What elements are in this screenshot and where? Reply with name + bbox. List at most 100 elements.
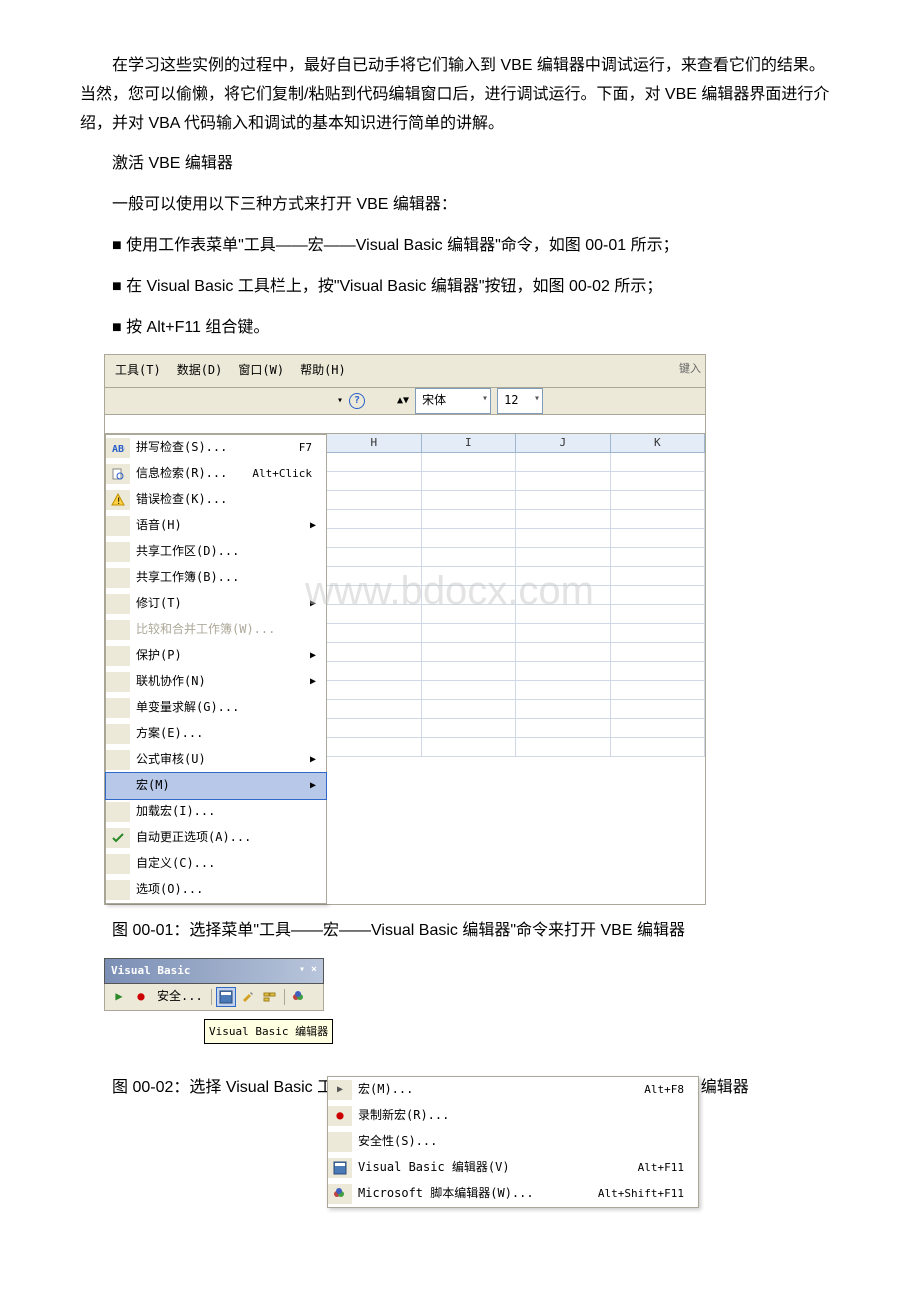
grid-cell[interactable] [611, 643, 706, 661]
menu-item[interactable]: 宏(M)▶ [105, 772, 327, 800]
submenu-item[interactable]: ●录制新宏(R)... [328, 1103, 698, 1129]
grid-cell[interactable] [422, 510, 517, 528]
menu-item[interactable]: 联机协作(N)▶ [106, 669, 326, 695]
grid-cell[interactable] [327, 719, 422, 737]
grid-cell[interactable] [327, 586, 422, 604]
font-selector[interactable]: 宋体 [415, 388, 491, 414]
grid-cell[interactable] [422, 738, 517, 756]
grid-cell[interactable] [516, 472, 611, 490]
menu-data[interactable]: 数据(D) [169, 357, 231, 385]
grid-cell[interactable] [611, 453, 706, 471]
vb-close-icon[interactable]: ▾ × [299, 961, 317, 981]
submenu-item[interactable]: ▶宏(M)...Alt+F8 [328, 1077, 698, 1103]
grid-cell[interactable] [422, 548, 517, 566]
menu-item[interactable]: ABC拼写检查(S)...F7 [106, 435, 326, 461]
grid-cell[interactable] [422, 491, 517, 509]
grid-cell[interactable] [327, 643, 422, 661]
grid-cell[interactable] [327, 548, 422, 566]
grid-cell[interactable] [516, 586, 611, 604]
grid-cell[interactable] [516, 529, 611, 547]
menu-tools[interactable]: 工具(T) [107, 357, 169, 385]
controls-icon[interactable] [260, 987, 280, 1007]
grid-cell[interactable] [516, 719, 611, 737]
grid-cell[interactable] [611, 681, 706, 699]
grid-cell[interactable] [611, 586, 706, 604]
grid-cell[interactable] [422, 567, 517, 585]
run-macro-icon[interactable]: ▶ [109, 987, 129, 1007]
menu-item[interactable]: 共享工作簿(B)... [106, 565, 326, 591]
vbe-icon[interactable] [216, 987, 236, 1007]
grid-cell[interactable] [327, 605, 422, 623]
menu-item[interactable]: 方案(E)... [106, 721, 326, 747]
grid-cell[interactable] [611, 662, 706, 680]
grid-cell[interactable] [516, 453, 611, 471]
grid-cell[interactable] [327, 529, 422, 547]
grid-cell[interactable] [422, 453, 517, 471]
grid-cell[interactable] [516, 624, 611, 642]
security-button[interactable]: 安全... [153, 986, 207, 1008]
menu-item[interactable]: 加载宏(I)... [106, 799, 326, 825]
menu-item[interactable]: 保护(P)▶ [106, 643, 326, 669]
menu-item[interactable]: 选项(O)... [106, 877, 326, 903]
record-icon[interactable]: ● [131, 987, 151, 1007]
grid-cell[interactable] [516, 700, 611, 718]
grid-cell[interactable] [327, 700, 422, 718]
menu-item[interactable]: 自定义(C)... [106, 851, 326, 877]
grid-cell[interactable] [422, 700, 517, 718]
grid-cell[interactable] [422, 662, 517, 680]
col-h[interactable]: H [327, 434, 422, 452]
grid-cell[interactable] [422, 624, 517, 642]
grid-cell[interactable] [611, 605, 706, 623]
grid-cell[interactable] [422, 605, 517, 623]
grid-cell[interactable] [327, 624, 422, 642]
col-i[interactable]: I [422, 434, 517, 452]
grid-cell[interactable] [516, 605, 611, 623]
menu-item[interactable]: 修订(T)▶ [106, 591, 326, 617]
grid-cell[interactable] [327, 453, 422, 471]
menu-item[interactable]: !错误检查(K)... [106, 487, 326, 513]
grid-cell[interactable] [422, 643, 517, 661]
dropdown-icon[interactable]: ▾ [337, 392, 343, 410]
menu-item[interactable]: 自动更正选项(A)... [106, 825, 326, 851]
grid-cell[interactable] [516, 738, 611, 756]
menu-item[interactable]: 共享工作区(D)... [106, 539, 326, 565]
menu-item[interactable]: 语音(H)▶ [106, 513, 326, 539]
grid-cell[interactable] [422, 472, 517, 490]
grid-cell[interactable] [611, 700, 706, 718]
design-mode-icon[interactable] [238, 987, 258, 1007]
grid-cell[interactable] [422, 529, 517, 547]
grid-cell[interactable] [327, 662, 422, 680]
script-editor-icon[interactable] [289, 987, 309, 1007]
sort-icon[interactable]: ▲▼ [397, 392, 409, 410]
size-selector[interactable]: 12 [497, 388, 543, 414]
grid-cell[interactable] [422, 681, 517, 699]
grid-cell[interactable] [611, 567, 706, 585]
menu-window[interactable]: 窗口(W) [230, 357, 292, 385]
grid-cell[interactable] [611, 719, 706, 737]
grid-cell[interactable] [516, 548, 611, 566]
grid-cell[interactable] [516, 643, 611, 661]
menu-item[interactable]: 单变量求解(G)... [106, 695, 326, 721]
grid-cell[interactable] [516, 662, 611, 680]
grid-cell[interactable] [611, 529, 706, 547]
grid-cell[interactable] [611, 548, 706, 566]
col-j[interactable]: J [516, 434, 611, 452]
grid-cell[interactable] [327, 567, 422, 585]
grid-cell[interactable] [516, 681, 611, 699]
grid-cell[interactable] [327, 510, 422, 528]
menu-item[interactable]: 信息检索(R)...Alt+Click [106, 461, 326, 487]
grid-cell[interactable] [422, 719, 517, 737]
grid-cell[interactable] [516, 491, 611, 509]
submenu-item[interactable]: Visual Basic 编辑器(V)Alt+F11 [328, 1155, 698, 1181]
submenu-item[interactable]: Microsoft 脚本编辑器(W)...Alt+Shift+F11 [328, 1181, 698, 1207]
col-k[interactable]: K [611, 434, 706, 452]
grid-cell[interactable] [611, 510, 706, 528]
menu-item[interactable]: 公式审核(U)▶ [106, 747, 326, 773]
grid-cell[interactable] [516, 510, 611, 528]
menu-item[interactable]: 比较和合并工作簿(W)... [106, 617, 326, 643]
help-icon[interactable]: ? [349, 393, 365, 409]
grid-cell[interactable] [611, 491, 706, 509]
grid-cell[interactable] [422, 586, 517, 604]
submenu-item[interactable]: 安全性(S)... [328, 1129, 698, 1155]
grid-cell[interactable] [611, 624, 706, 642]
